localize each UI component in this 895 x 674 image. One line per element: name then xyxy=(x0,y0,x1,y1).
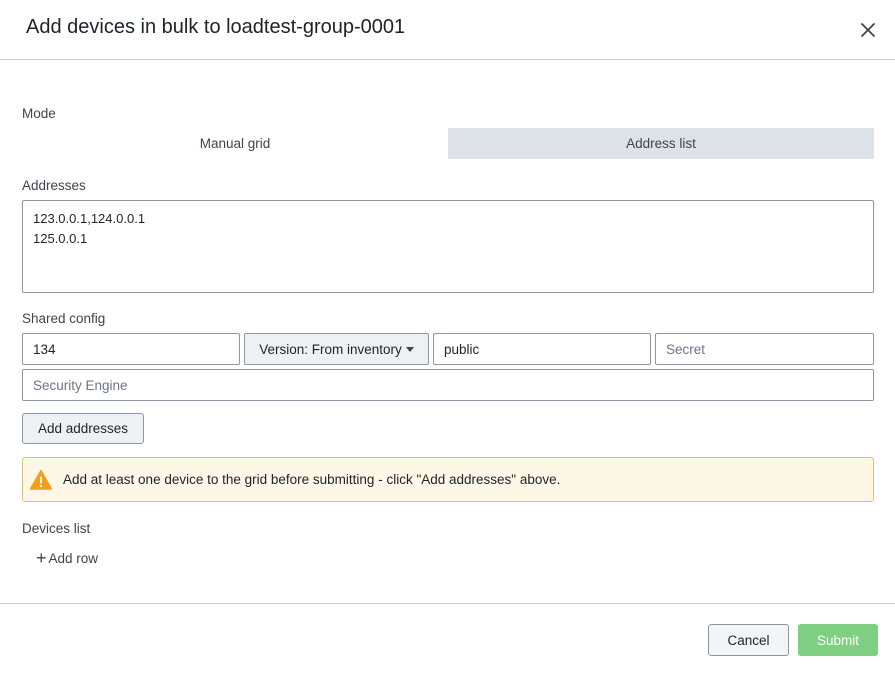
plus-icon: + xyxy=(36,548,47,568)
version-dropdown-label: Version: From inventory xyxy=(259,341,402,357)
mode-manual-grid-button[interactable]: Manual grid xyxy=(22,128,448,159)
addresses-label: Addresses xyxy=(22,178,86,193)
caret-down-icon xyxy=(405,347,414,352)
shared-config-label: Shared config xyxy=(22,311,106,326)
addresses-text: 123.0.0.1,124.0.0.1 125.0.0.1 xyxy=(33,209,863,249)
dialog-title: Add devices in bulk to loadtest-group-00… xyxy=(26,16,406,38)
mode-label: Mode xyxy=(22,106,56,121)
submit-button[interactable]: Submit xyxy=(798,624,878,656)
dialog-header: Add devices in bulk to loadtest-group-00… xyxy=(0,0,895,60)
version-dropdown[interactable]: Version: From inventory xyxy=(244,333,429,365)
warning-icon xyxy=(29,469,53,490)
security-engine-input[interactable]: Security Engine xyxy=(22,369,874,401)
warning-alert: Add at least one device to the grid befo… xyxy=(22,457,874,502)
address-line: 123.0.0.1,124.0.0.1 xyxy=(33,211,146,226)
devices-list-label: Devices list xyxy=(22,521,91,536)
mode-address-list-button[interactable]: Address list xyxy=(448,128,874,159)
close-icon xyxy=(861,23,875,37)
address-line: 125.0.0.1 xyxy=(33,231,88,246)
port-input[interactable]: 134 xyxy=(22,333,240,365)
add-row-label: Add row xyxy=(48,550,99,566)
warning-text: Add at least one device to the grid befo… xyxy=(63,472,561,487)
footer-divider xyxy=(0,603,895,604)
addresses-textarea[interactable]: 123.0.0.1,124.0.0.1 125.0.0.1 xyxy=(22,200,874,293)
close-button[interactable] xyxy=(855,17,881,43)
add-addresses-button[interactable]: Add addresses xyxy=(22,413,144,444)
add-row-button[interactable]: + Add row xyxy=(36,548,99,568)
cancel-button[interactable]: Cancel xyxy=(708,624,789,656)
community-input[interactable]: public xyxy=(433,333,651,365)
secret-input[interactable]: Secret xyxy=(655,333,874,365)
